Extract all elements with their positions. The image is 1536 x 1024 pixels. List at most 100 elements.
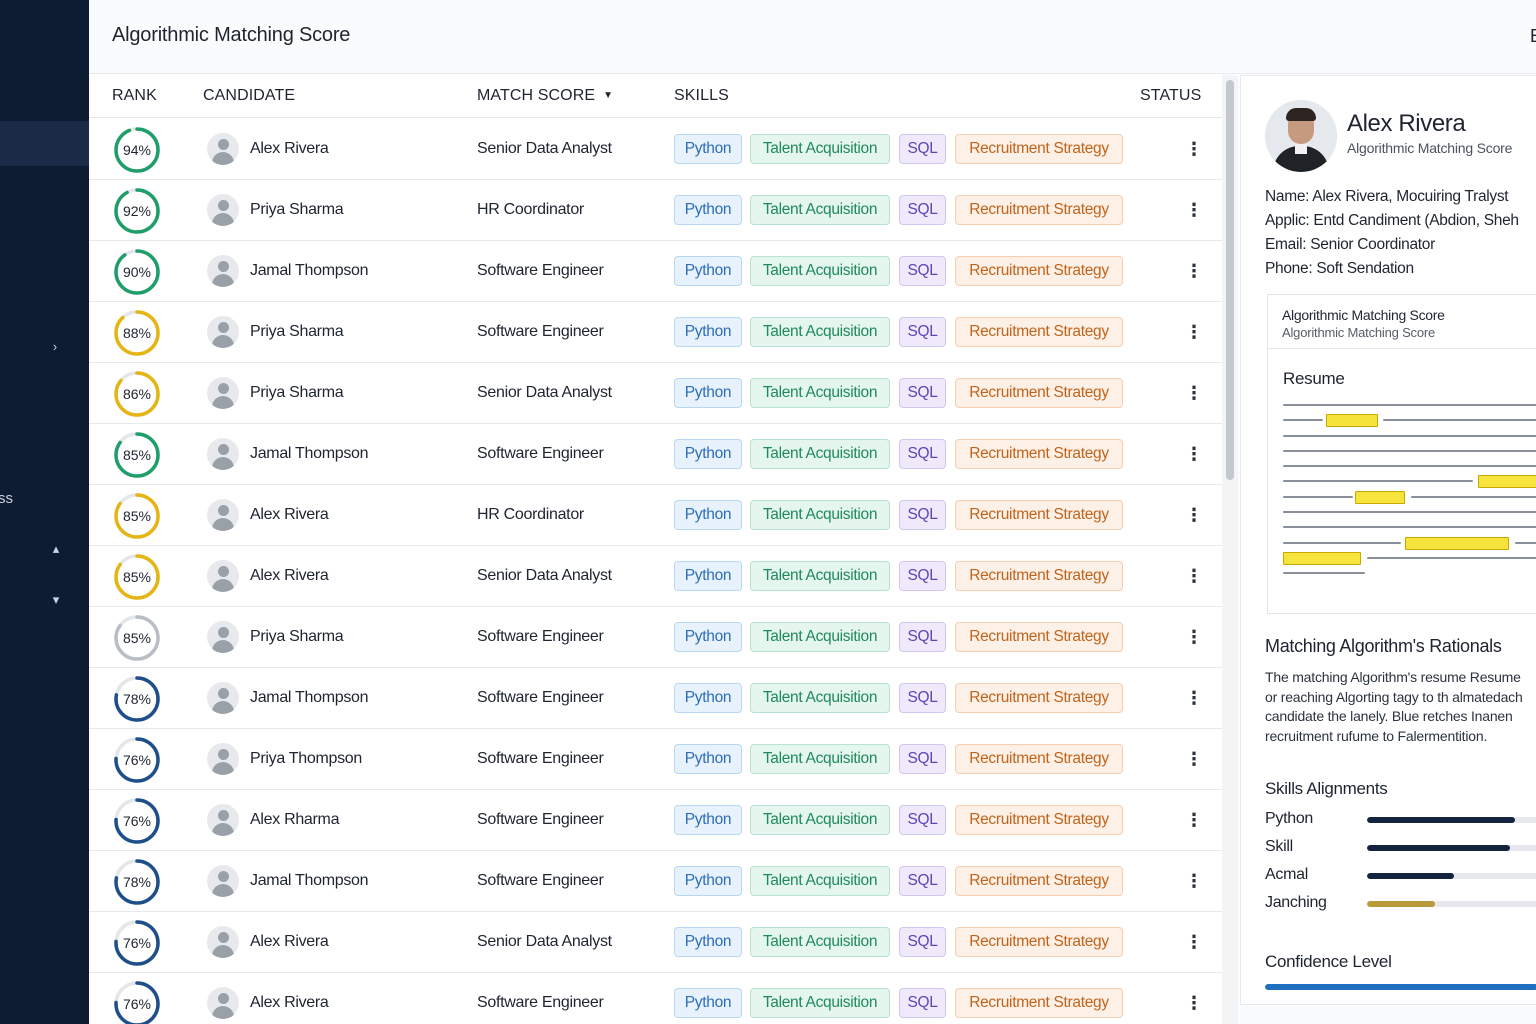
skill-tag-recruitment-strategy[interactable]: Recruitment Strategy bbox=[955, 744, 1123, 774]
skill-tag-sql[interactable]: SQL bbox=[899, 378, 946, 408]
skill-tag-python[interactable]: Python bbox=[674, 500, 742, 530]
skill-tag-talent-acquisition[interactable]: Talent Acquisition bbox=[750, 500, 890, 530]
table-row[interactable]: 94% Alex Rivera Senior Data Analyst Python T… bbox=[89, 119, 1222, 180]
skill-tag-talent-acquisition[interactable]: Talent Acquisition bbox=[750, 988, 890, 1018]
table-row[interactable]: 85% Priya Sharma Software Engineer Python Ta… bbox=[89, 607, 1222, 668]
skill-tag-sql[interactable]: SQL bbox=[899, 500, 946, 530]
skill-tag-recruitment-strategy[interactable]: Recruitment Strategy bbox=[955, 439, 1123, 469]
skill-tag-recruitment-strategy[interactable]: Recruitment Strategy bbox=[955, 866, 1123, 896]
table-row[interactable]: 86% Priya Sharma Senior Data Analyst Python… bbox=[89, 363, 1222, 424]
skill-tag-talent-acquisition[interactable]: Talent Acquisition bbox=[750, 683, 890, 713]
skill-tag-talent-acquisition[interactable]: Talent Acquisition bbox=[750, 744, 890, 774]
skill-tag-sql[interactable]: SQL bbox=[899, 256, 946, 286]
candidate-name[interactable]: Alex Rivera bbox=[250, 140, 329, 158]
candidate-name[interactable]: Jamal Thompson bbox=[250, 689, 369, 707]
table-row[interactable]: 76% Alex Rharma Software Engineer Python Tal… bbox=[89, 790, 1222, 851]
table-row[interactable]: 76% Priya Thompson Software Engineer Python… bbox=[89, 729, 1222, 790]
skill-tag-sql[interactable]: SQL bbox=[899, 805, 946, 835]
candidate-name[interactable]: Alex Rivera bbox=[250, 933, 329, 951]
sort-down-icon[interactable]: ▼ bbox=[603, 90, 613, 101]
skill-tag-talent-acquisition[interactable]: Talent Acquisition bbox=[750, 439, 890, 469]
more-options-icon[interactable]: ⋮ bbox=[1185, 198, 1203, 222]
column-header-match-score[interactable]: MATCH SCORE ▼ bbox=[477, 87, 613, 105]
table-row[interactable]: 78% Jamal Thompson Software Engineer Python… bbox=[89, 668, 1222, 729]
column-header-rank[interactable]: RANK bbox=[112, 87, 157, 105]
skill-tag-sql[interactable]: SQL bbox=[899, 622, 946, 652]
more-options-icon[interactable]: ⋮ bbox=[1185, 808, 1203, 832]
table-row[interactable]: 90% Jamal Thompson Software Engineer Python… bbox=[89, 241, 1222, 302]
more-options-icon[interactable]: ⋮ bbox=[1185, 747, 1203, 771]
skill-tag-recruitment-strategy[interactable]: Recruitment Strategy bbox=[955, 256, 1123, 286]
skill-tag-python[interactable]: Python bbox=[674, 134, 742, 164]
candidate-name[interactable]: Priya Sharma bbox=[250, 628, 344, 646]
skill-tag-talent-acquisition[interactable]: Talent Acquisition bbox=[750, 622, 890, 652]
skill-tag-talent-acquisition[interactable]: Talent Acquisition bbox=[750, 134, 890, 164]
table-row[interactable]: 76% Alex Rivera Software Engineer Python Tal… bbox=[89, 973, 1222, 1024]
table-row[interactable]: 85% Alex Rivera HR Coordinator Python Talent… bbox=[89, 485, 1222, 546]
chevron-right-icon[interactable]: › bbox=[48, 340, 62, 354]
skill-tag-python[interactable]: Python bbox=[674, 866, 742, 896]
chevron-up-icon[interactable]: ▴ bbox=[49, 542, 63, 556]
column-header-candidate[interactable]: CANDIDATE bbox=[203, 87, 295, 105]
sidebar-item-label[interactable]: ss bbox=[0, 490, 13, 507]
candidate-name[interactable]: Priya Thompson bbox=[250, 750, 362, 768]
header-action[interactable]: E bbox=[1530, 26, 1536, 47]
candidate-name[interactable]: Alex Rivera bbox=[250, 994, 329, 1012]
skill-tag-recruitment-strategy[interactable]: Recruitment Strategy bbox=[955, 561, 1123, 591]
skill-tag-sql[interactable]: SQL bbox=[899, 988, 946, 1018]
table-row[interactable]: 78% Jamal Thompson Software Engineer Python… bbox=[89, 851, 1222, 912]
skill-tag-recruitment-strategy[interactable]: Recruitment Strategy bbox=[955, 683, 1123, 713]
table-row[interactable]: 85% Alex Rivera Senior Data Analyst Python T… bbox=[89, 546, 1222, 607]
skill-tag-python[interactable]: Python bbox=[674, 378, 742, 408]
skill-tag-sql[interactable]: SQL bbox=[899, 134, 946, 164]
skill-tag-python[interactable]: Python bbox=[674, 683, 742, 713]
more-options-icon[interactable]: ⋮ bbox=[1185, 137, 1203, 161]
skill-tag-recruitment-strategy[interactable]: Recruitment Strategy bbox=[955, 927, 1123, 957]
skill-tag-sql[interactable]: SQL bbox=[899, 195, 946, 225]
scrollbar-thumb[interactable] bbox=[1226, 80, 1234, 480]
table-row[interactable]: 85% Jamal Thompson Software Engineer Python… bbox=[89, 424, 1222, 485]
table-row[interactable]: 76% Alex Rivera Senior Data Analyst Python T… bbox=[89, 912, 1222, 973]
skill-tag-talent-acquisition[interactable]: Talent Acquisition bbox=[750, 927, 890, 957]
skill-tag-python[interactable]: Python bbox=[674, 256, 742, 286]
table-row[interactable]: 88% Priya Sharma Software Engineer Python Ta… bbox=[89, 302, 1222, 363]
skill-tag-recruitment-strategy[interactable]: Recruitment Strategy bbox=[955, 988, 1123, 1018]
skill-tag-python[interactable]: Python bbox=[674, 744, 742, 774]
skill-tag-python[interactable]: Python bbox=[674, 561, 742, 591]
table-row[interactable]: 92% Priya Sharma HR Coordinator Python Talen… bbox=[89, 180, 1222, 241]
skill-tag-recruitment-strategy[interactable]: Recruitment Strategy bbox=[955, 378, 1123, 408]
candidate-name[interactable]: Alex Rivera bbox=[250, 567, 329, 585]
skill-tag-sql[interactable]: SQL bbox=[899, 561, 946, 591]
skill-tag-talent-acquisition[interactable]: Talent Acquisition bbox=[750, 256, 890, 286]
skill-tag-recruitment-strategy[interactable]: Recruitment Strategy bbox=[955, 134, 1123, 164]
skill-tag-python[interactable]: Python bbox=[674, 317, 742, 347]
candidate-name[interactable]: Jamal Thompson bbox=[250, 262, 369, 280]
skill-tag-talent-acquisition[interactable]: Talent Acquisition bbox=[750, 378, 890, 408]
candidate-name[interactable]: Alex Rharma bbox=[250, 811, 339, 829]
skill-tag-python[interactable]: Python bbox=[674, 439, 742, 469]
skill-tag-recruitment-strategy[interactable]: Recruitment Strategy bbox=[955, 500, 1123, 530]
skill-tag-sql[interactable]: SQL bbox=[899, 317, 946, 347]
more-options-icon[interactable]: ⋮ bbox=[1185, 320, 1203, 344]
more-options-icon[interactable]: ⋮ bbox=[1185, 625, 1203, 649]
skill-tag-python[interactable]: Python bbox=[674, 805, 742, 835]
skill-tag-talent-acquisition[interactable]: Talent Acquisition bbox=[750, 561, 890, 591]
more-options-icon[interactable]: ⋮ bbox=[1185, 259, 1203, 283]
candidate-name[interactable]: Priya Sharma bbox=[250, 323, 344, 341]
more-options-icon[interactable]: ⋮ bbox=[1185, 930, 1203, 954]
skill-tag-talent-acquisition[interactable]: Talent Acquisition bbox=[750, 866, 890, 896]
skill-tag-talent-acquisition[interactable]: Talent Acquisition bbox=[750, 195, 890, 225]
skill-tag-talent-acquisition[interactable]: Talent Acquisition bbox=[750, 805, 890, 835]
candidate-name[interactable]: Jamal Thompson bbox=[250, 872, 369, 890]
sidebar-active-item[interactable] bbox=[0, 121, 89, 166]
column-header-skills[interactable]: SKILLS bbox=[674, 87, 729, 105]
more-options-icon[interactable]: ⋮ bbox=[1185, 869, 1203, 893]
skill-tag-sql[interactable]: SQL bbox=[899, 927, 946, 957]
skill-tag-sql[interactable]: SQL bbox=[899, 683, 946, 713]
candidate-name[interactable]: Jamal Thompson bbox=[250, 445, 369, 463]
candidate-name[interactable]: Priya Sharma bbox=[250, 384, 344, 402]
more-options-icon[interactable]: ⋮ bbox=[1185, 503, 1203, 527]
skill-tag-recruitment-strategy[interactable]: Recruitment Strategy bbox=[955, 195, 1123, 225]
skill-tag-python[interactable]: Python bbox=[674, 988, 742, 1018]
table-scrollbar[interactable] bbox=[1222, 75, 1238, 1024]
